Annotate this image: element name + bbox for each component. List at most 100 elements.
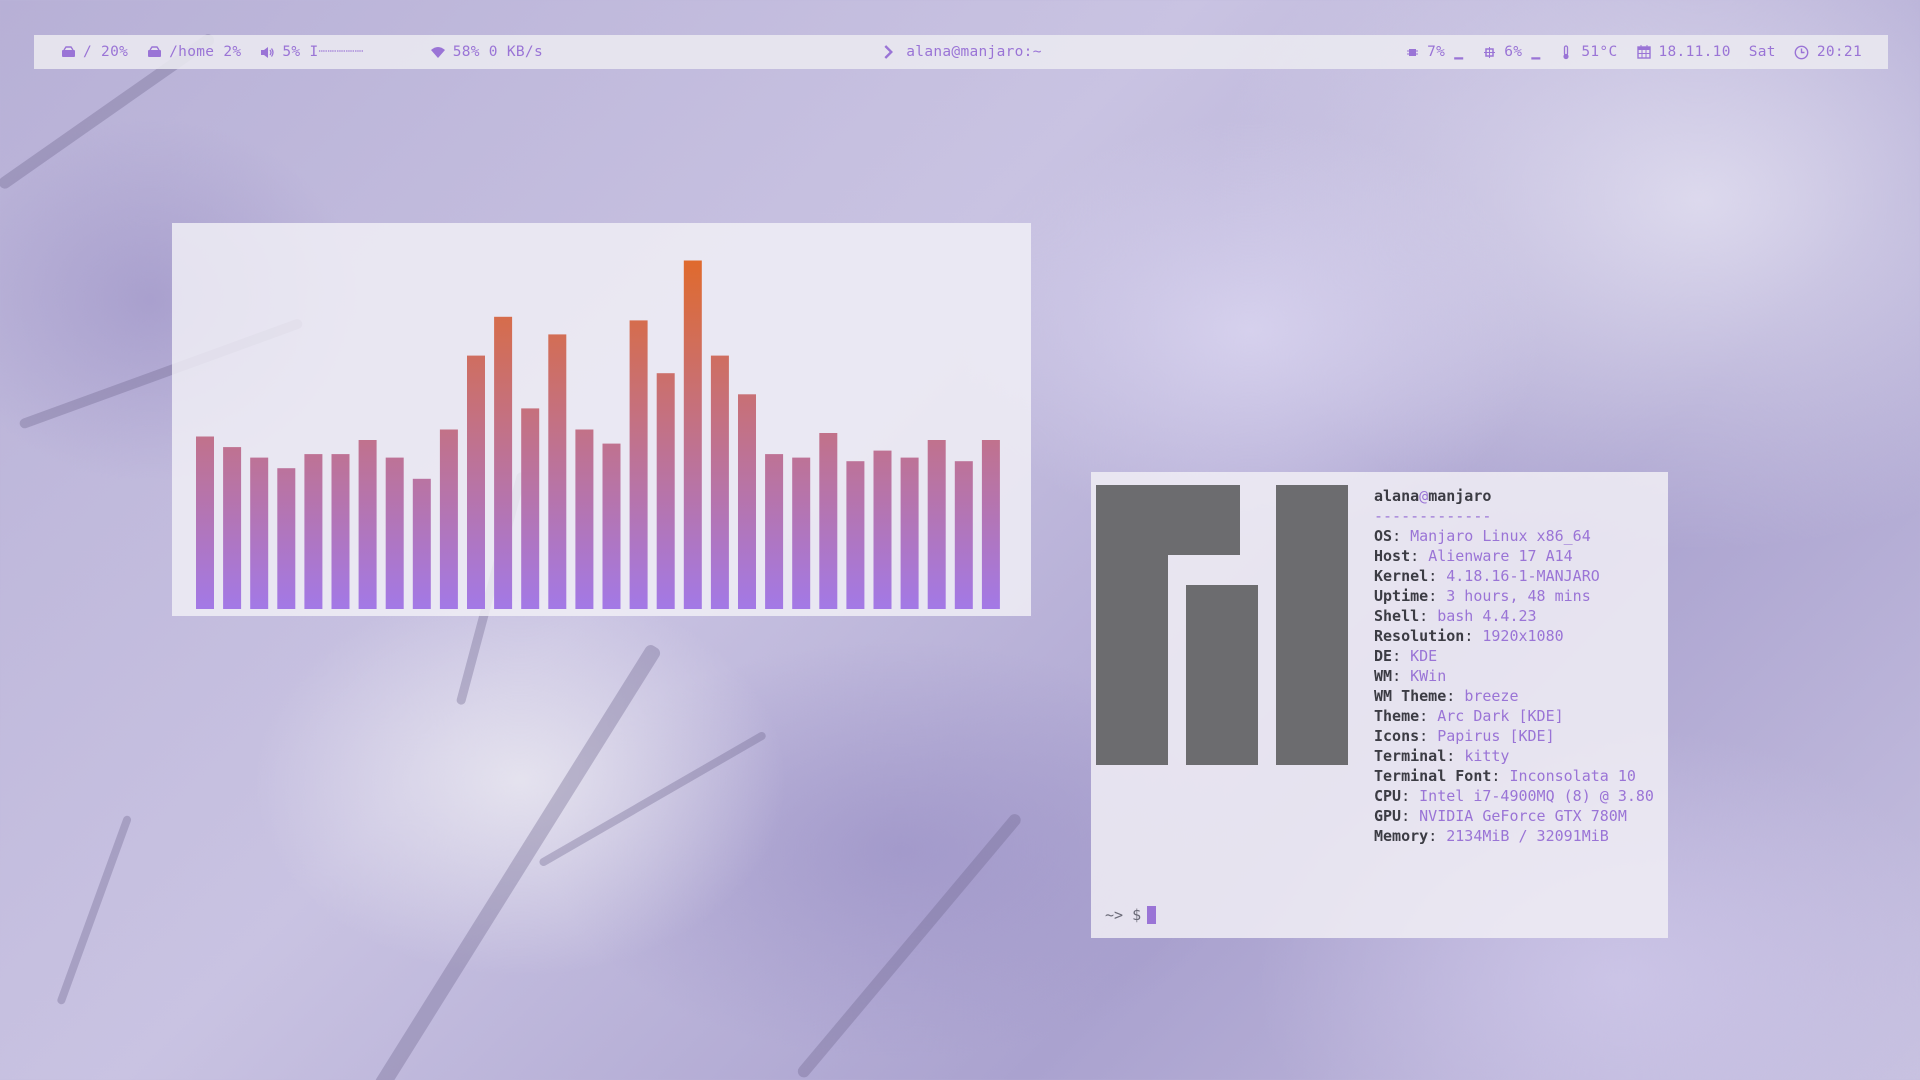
info-key: Resolution [1374,627,1465,645]
root-disk-widget[interactable]: / 20% [60,44,128,60]
info-separator: : [1491,767,1510,785]
terminal-window[interactable]: alana@manjaro ------------- OS: Manjaro … [1091,472,1668,938]
thermometer-icon [1558,44,1574,60]
volume-label: 5% I┈┈┈┈┈ [282,44,364,60]
info-key: WM Theme [1374,687,1447,705]
visualizer-bar [385,457,404,609]
visualizer-bar [494,316,513,609]
info-line: WM: KWin [1374,666,1654,686]
status-bar-left: / 20% /home 2% 5% I┈┈┈┈┈ 58% 0 KB/s [60,44,543,60]
date-widget[interactable]: 18.11.10 [1636,44,1731,60]
info-separator: : [1401,787,1420,805]
clock-widget[interactable]: 20:21 [1794,44,1862,60]
visualizer-bars [196,260,1000,609]
visualizer-bar [981,440,1000,609]
info-line: Shell: bash 4.4.23 [1374,606,1654,626]
visualizer-bar [927,440,946,609]
status-bar-right: 7% ▁ 6% ▁ 51°C 18.11.10 Sat 20:21 [1404,44,1862,60]
memory-label: 6% ▁ [1504,44,1541,60]
cpu-widget[interactable]: 7% ▁ [1404,44,1463,60]
info-value: NVIDIA GeForce GTX 780M [1419,807,1627,825]
info-separator: : [1428,567,1447,585]
info-key: WM [1374,667,1393,685]
info-separator: : [1446,687,1465,705]
visualizer-bar [873,450,892,609]
memory-icon [1481,44,1497,60]
info-line: Terminal Font: Inconsolata 10 [1374,766,1654,786]
at-sign: @ [1419,487,1429,505]
info-value: Papirus [KDE] [1437,727,1555,745]
volume-widget[interactable]: 5% I┈┈┈┈┈ [259,44,363,60]
info-line: DE: KDE [1374,646,1654,666]
visualizer-bar [954,461,973,609]
info-line: Kernel: 4.18.16-1-MANJARO [1374,566,1654,586]
shell-prompt[interactable]: ~> $ [1105,906,1157,924]
home-disk-label: /home 2% [169,44,242,60]
visualizer-bar [656,373,675,609]
audio-visualizer-window[interactable] [172,223,1031,616]
cpu-icon [1404,44,1420,60]
drive-icon [60,44,76,60]
calendar-icon [1636,44,1652,60]
status-bar: / 20% /home 2% 5% I┈┈┈┈┈ 58% 0 KB/s alan… [34,35,1888,69]
chevron-right-icon [880,44,896,60]
info-key: CPU [1374,787,1402,805]
info-key: Host [1374,547,1411,565]
info-key: OS [1374,527,1393,545]
visualizer-bar [575,429,594,609]
temperature-widget[interactable]: 51°C [1558,44,1617,60]
info-line: Memory: 2134MiB / 32091MiB [1374,826,1654,846]
info-separator: : [1392,667,1411,685]
network-widget[interactable]: 58% 0 KB/s [430,44,543,60]
visualizer-bar [277,468,296,609]
info-line: WM Theme: breeze [1374,686,1654,706]
text-cursor [1147,906,1157,924]
info-separator: : [1401,807,1420,825]
network-label: 58% 0 KB/s [452,44,543,60]
prompt-label: ~> $ [1105,906,1142,924]
window-title-label: alana@manjaro:~ [906,44,1042,60]
visualizer-bar [358,440,377,609]
info-line: Uptime: 3 hours, 48 mins [1374,586,1654,606]
visualizer-bar [900,457,919,609]
username: alana [1374,487,1420,505]
info-key: Uptime [1374,587,1429,605]
visualizer-bar [250,457,269,609]
info-value: Intel i7-4900MQ (8) @ 3.80 [1419,787,1654,805]
cpu-label: 7% ▁ [1427,44,1464,60]
info-value: breeze [1464,687,1519,705]
root-disk-label: / 20% [83,44,129,60]
info-line: GPU: NVIDIA GeForce GTX 780M [1374,806,1654,826]
weekday-widget: Sat [1749,44,1776,60]
info-key: DE [1374,647,1393,665]
info-value: kitty [1464,747,1510,765]
info-value: Inconsolata 10 [1509,767,1636,785]
info-separator: : [1392,527,1411,545]
home-disk-widget[interactable]: /home 2% [146,44,241,60]
visualizer-bar [521,408,540,609]
info-key: Theme [1374,707,1420,725]
visualizer-bar [548,334,567,609]
wifi-icon [430,44,446,60]
info-value: Alienware 17 A14 [1428,547,1573,565]
info-value: 3 hours, 48 mins [1446,587,1591,605]
visualizer-bar [467,355,485,609]
info-line: Theme: Arc Dark [KDE] [1374,706,1654,726]
info-separator: : [1464,627,1483,645]
info-key: Shell [1374,607,1420,625]
info-separator: : [1410,547,1429,565]
info-separator: : [1419,727,1438,745]
visualizer-bar [738,394,756,609]
visualizer-bar [846,461,865,609]
separator-line: ------------- [1374,507,1492,525]
info-key: Memory [1374,827,1429,845]
memory-widget[interactable]: 6% ▁ [1481,44,1540,60]
info-line: OS: Manjaro Linux x86_64 [1374,526,1654,546]
info-key: Terminal [1374,747,1447,765]
info-value: bash 4.4.23 [1437,607,1537,625]
info-value: KDE [1410,647,1438,665]
info-value: 4.18.16-1-MANJARO [1446,567,1600,585]
info-value: Arc Dark [KDE] [1437,707,1564,725]
visualizer-bar [223,447,242,609]
info-separator: : [1446,747,1465,765]
